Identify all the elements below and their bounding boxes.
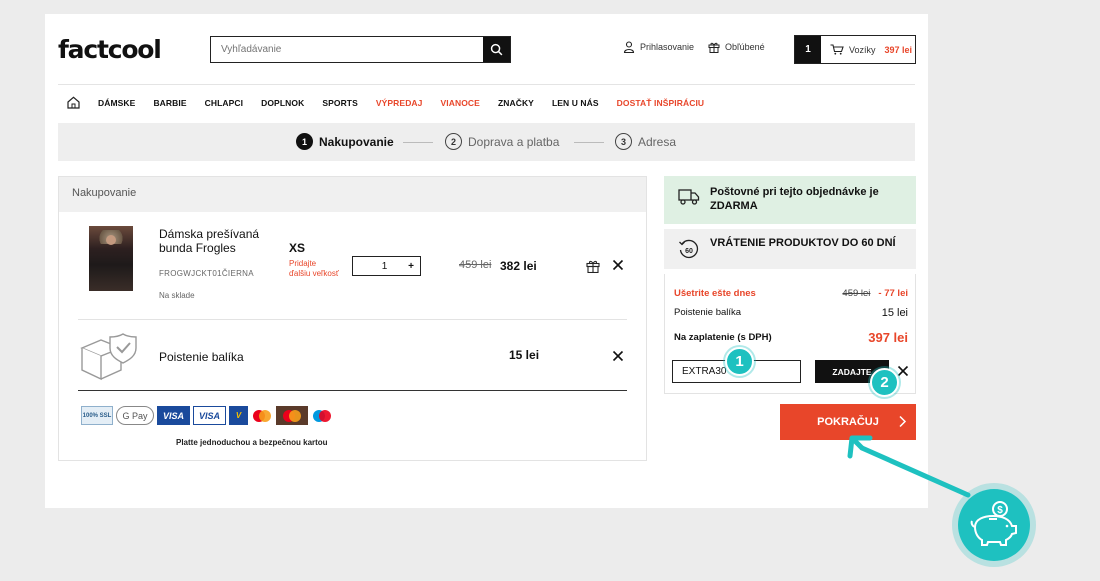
piggy-bank-icon: $ [958, 489, 1030, 561]
annotation-arrow [847, 435, 971, 498]
svg-text:$: $ [997, 505, 1003, 516]
